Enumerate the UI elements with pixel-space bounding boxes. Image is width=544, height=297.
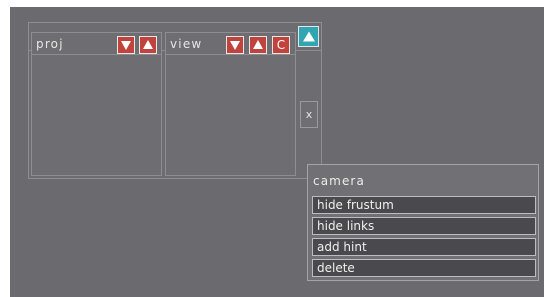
context-menu: camera hide frustum hide links add hint … bbox=[307, 164, 539, 281]
view-title: view bbox=[170, 37, 203, 51]
context-menu-title: camera bbox=[313, 174, 365, 188]
menu-item-add-hint[interactable]: add hint bbox=[312, 238, 536, 256]
triangle-up-icon bbox=[302, 31, 315, 41]
collapse-button[interactable] bbox=[298, 26, 319, 47]
proj-move-up-button[interactable] bbox=[139, 36, 157, 54]
c-label: C bbox=[276, 38, 286, 52]
view-move-up-button[interactable] bbox=[249, 36, 267, 54]
proj-subpanel: proj bbox=[31, 32, 162, 176]
triangle-down-icon bbox=[121, 40, 131, 50]
triangle-down-icon bbox=[230, 40, 240, 50]
close-button[interactable]: x bbox=[300, 101, 318, 128]
menu-item-hide-links[interactable]: hide links bbox=[312, 217, 536, 235]
view-c-button[interactable]: C bbox=[272, 36, 290, 54]
triangle-up-icon bbox=[253, 40, 263, 50]
proj-title: proj bbox=[36, 37, 64, 51]
view-subpanel: view C bbox=[165, 32, 296, 176]
menu-item-hide-frustum[interactable]: hide frustum bbox=[312, 196, 536, 214]
proj-header: proj bbox=[32, 33, 161, 55]
view-header: view C bbox=[166, 33, 295, 55]
menu-item-delete[interactable]: delete bbox=[312, 259, 536, 277]
view-move-down-button[interactable] bbox=[226, 36, 244, 54]
triangle-up-icon bbox=[143, 40, 153, 50]
proj-move-down-button[interactable] bbox=[117, 36, 135, 54]
